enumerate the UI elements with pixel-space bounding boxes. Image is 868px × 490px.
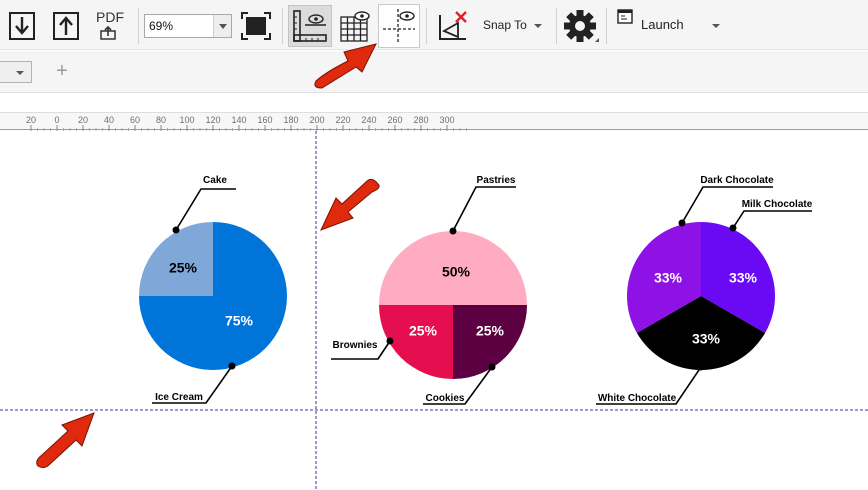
callout-leader-line [732,210,812,229]
zoom-dropdown-button[interactable] [213,15,231,37]
callout-label: White Chocolate [598,393,677,404]
ruler-tick-label: 240 [361,115,376,125]
pie-percent-label: 33% [692,331,721,347]
toolbar-separator [606,8,607,44]
pie-percent-label: 33% [729,270,758,286]
callout-label: Ice Cream [155,392,203,403]
ruler-tick-label: 120 [205,115,220,125]
ruler-tick-label: 20 [26,115,36,125]
guidelines-icon [383,9,415,43]
ruler-tick-label: 0 [54,115,59,125]
chevron-down-icon [712,24,720,28]
ruler-ticks: 20 0 20 40 60 80 100 120 140 160 180 200 220 240 260 28… [26,115,467,131]
callout-label: Milk Chocolate [742,199,813,210]
horizontal-ruler[interactable]: 20 0 20 40 60 80 100 120 140 160 180 200 220 240 260 28… [0,112,868,131]
callout-anchor-dot [228,362,236,370]
grid-icon [340,11,370,42]
chevron-down-icon [534,24,542,28]
pie-percent-label: 75% [225,313,254,329]
show-guidelines-button[interactable] [378,4,420,48]
export-button[interactable] [48,8,84,44]
standard-toolbar: PDF 69% Snap To Launch [0,0,868,50]
full-screen-icon [241,12,271,40]
ruler-tick-label: 20 [78,115,88,125]
callout-anchor-dot [386,337,394,345]
pie-charts: 25% 75% Cake Ice Cream 50% 25% 25% Pastries Brow… [0,131,868,490]
toolbar-separator [556,8,557,44]
publish-pdf-button[interactable]: PDF [94,6,130,44]
page-selector-combo[interactable] [0,61,32,83]
snap-off-icon [439,11,467,40]
toolbar-separator [138,8,139,44]
ruler-tick-label: 100 [179,115,194,125]
pie-chart[interactable]: 25% 75% Cake Ice Cream [139,175,287,404]
import-arrow-down-icon [9,12,35,40]
launch-label: Launch [641,17,684,32]
pie-percent-label: 25% [169,260,198,276]
zoom-level-input[interactable] [145,15,213,37]
zoom-level-combo[interactable] [144,14,232,38]
pie-layer: 25% 75% Cake Ice Cream 50% 25% 25% Pastries Brow… [139,175,813,405]
ruler-tick-label: 220 [335,115,350,125]
chevron-down-icon [16,71,24,75]
show-rulers-button[interactable] [288,5,332,47]
callout-anchor-dot [729,224,737,232]
callout-label: Cookies [426,393,465,404]
snap-to-label: Snap To [483,18,527,32]
callout-anchor-dot [172,226,180,234]
callout-anchor-dot [449,227,457,235]
ruler-tick-label: 200 [309,115,324,125]
ruler-tick-label: 300 [439,115,454,125]
application-launcher-icon [617,9,633,24]
callout-anchor-dot [678,219,686,227]
callout-anchor-dot [488,363,496,371]
callout-label: Cake [203,175,227,186]
document-page-bar: + [0,51,868,93]
callout-anchor-dot [697,363,705,371]
ruler-tick-label: 40 [104,115,114,125]
show-grid-button[interactable] [335,5,375,47]
pie-percent-label: 33% [654,270,683,286]
pdf-label: PDF [96,9,124,25]
launch-button[interactable]: Launch [612,6,722,44]
chevron-down-icon [219,24,227,29]
snap-to-button[interactable]: Snap To [478,8,550,44]
ruler-tick-label: 260 [387,115,402,125]
ruler-tick-label: 80 [156,115,166,125]
toolbar-separator [282,8,283,44]
callout-label: Brownies [332,340,377,351]
snap-off-button[interactable] [434,7,472,45]
gear-icon [564,10,599,42]
pie-chart[interactable]: 33% 33% 33% Dark Chocolate Milk Chocolate Whi… [596,175,813,405]
pdf-export-icon [100,26,116,40]
import-button[interactable] [4,8,40,44]
callout-label: Pastries [477,175,516,186]
pie-chart[interactable]: 50% 25% 25% Pastries Brownies Cookies [331,175,527,405]
pie-percent-label: 25% [409,323,438,339]
callout-leader-line [452,186,516,232]
ruler-tick-label: 280 [413,115,428,125]
callout-label: Dark Chocolate [700,175,774,186]
full-screen-preview-button[interactable] [238,8,274,44]
ruler-tick-label: 140 [231,115,246,125]
ruler-tick-label: 60 [130,115,140,125]
rulers-icon [293,10,327,42]
ruler-tick-label: 180 [283,115,298,125]
drawing-canvas[interactable]: 25% 75% Cake Ice Cream 50% 25% 25% Pastries Brow… [0,131,868,490]
add-page-button[interactable]: + [52,59,72,83]
ruler-tick-label: 160 [257,115,272,125]
toolbar-separator [426,8,427,44]
export-arrow-up-icon [53,12,79,40]
pie-percent-label: 50% [442,264,471,280]
options-button[interactable] [560,6,602,46]
pie-percent-label: 25% [476,323,505,339]
